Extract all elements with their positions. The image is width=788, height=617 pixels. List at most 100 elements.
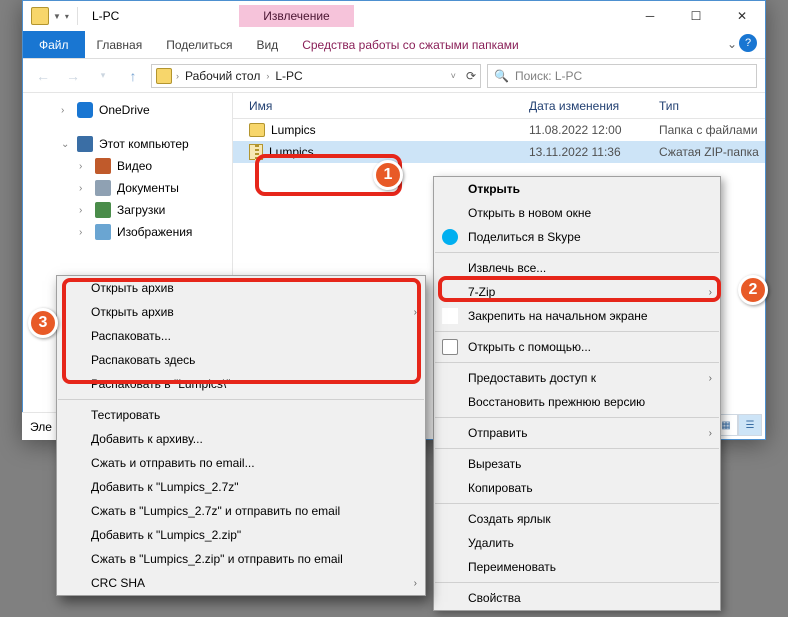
submenu-arrow-icon: › (414, 578, 417, 589)
submenu-arrow-icon: › (709, 373, 712, 384)
menu-7zip-unpack[interactable]: Распаковать... (57, 324, 425, 348)
address-bar-row: ← → ▾ ↑ › Рабочий стол › L-PC ˅ ⟳ 🔍 Поис… (23, 59, 765, 93)
menu-7zip-add-to-archive[interactable]: Добавить к архиву... (57, 427, 425, 451)
menu-7zip-open-archive-sub[interactable]: Открыть архив› (57, 300, 425, 324)
column-headers: Имя Дата изменения Тип (233, 93, 765, 119)
close-button[interactable]: ✕ (719, 1, 765, 31)
location-folder-icon (156, 68, 172, 84)
quick-access-dropdown-icon[interactable]: ▼ (53, 12, 61, 21)
title-bar: ▼ ▾ L-PC Извлечение ─ ☐ ✕ (23, 1, 765, 31)
file-date: 11.08.2022 12:00 (513, 123, 643, 137)
menu-separator (435, 582, 719, 583)
sidebar-item-images[interactable]: › Изображения (23, 221, 232, 243)
file-row-zip-selected[interactable]: Lumpics 13.11.2022 11:36 Сжатая ZIP-папк… (233, 141, 765, 163)
menu-separator (435, 331, 719, 332)
menu-7zip-unpack-here[interactable]: Распаковать здесь (57, 348, 425, 372)
menu-properties[interactable]: Свойства (434, 586, 720, 610)
extract-context-tab[interactable]: Извлечение (239, 5, 353, 27)
menu-open-with[interactable]: Открыть с помощью... (434, 335, 720, 359)
chevron-right-icon[interactable]: › (176, 71, 179, 81)
folder-icon (31, 7, 49, 25)
skype-icon (442, 229, 458, 245)
menu-rename[interactable]: Переименовать (434, 555, 720, 579)
menu-7zip[interactable]: 7-Zip› (434, 280, 720, 304)
documents-icon (95, 180, 111, 196)
nav-recent-dropdown[interactable]: ▾ (91, 64, 115, 88)
expand-icon[interactable]: › (79, 161, 89, 172)
menu-share-skype[interactable]: Поделиться в Skype (434, 225, 720, 249)
menu-7zip-compress-email[interactable]: Сжать и отправить по email... (57, 451, 425, 475)
menu-grant-access[interactable]: Предоставить доступ к› (434, 366, 720, 390)
menu-delete[interactable]: Удалить (434, 531, 720, 555)
expand-icon[interactable]: › (79, 183, 89, 194)
maximize-button[interactable]: ☐ (673, 1, 719, 31)
search-box[interactable]: 🔍 Поиск: L-PC (487, 64, 757, 88)
nav-up-button[interactable]: ↑ (121, 64, 145, 88)
onedrive-icon (77, 102, 93, 118)
menu-copy[interactable]: Копировать (434, 476, 720, 500)
chevron-right-icon[interactable]: › (266, 71, 269, 81)
menu-7zip-unpack-to[interactable]: Распаковать в "Lumpics\" (57, 372, 425, 396)
nav-forward-button[interactable]: → (61, 64, 85, 88)
sidebar-label: Этот компьютер (99, 137, 189, 151)
menu-restore-version[interactable]: Восстановить прежнюю версию (434, 390, 720, 414)
status-text: Эле (30, 420, 52, 434)
address-dropdown-icon[interactable]: ˅ (451, 71, 456, 81)
open-with-icon (442, 339, 458, 355)
sidebar-label: Документы (117, 181, 179, 195)
expand-icon[interactable]: › (79, 227, 89, 238)
menu-separator (435, 362, 719, 363)
refresh-button[interactable]: ⟳ (466, 69, 476, 83)
menu-cut[interactable]: Вырезать (434, 452, 720, 476)
file-row-folder[interactable]: Lumpics 11.08.2022 12:00 Папка с файлами (233, 119, 765, 141)
menu-7zip-crc-sha[interactable]: CRC SHA› (57, 571, 425, 595)
breadcrumb-desktop[interactable]: Рабочий стол (183, 69, 262, 83)
separator (77, 7, 78, 25)
menu-7zip-test[interactable]: Тестировать (57, 403, 425, 427)
menu-7zip-open-archive[interactable]: Открыть архив (57, 276, 425, 300)
collapse-icon[interactable]: ⌄ (61, 139, 71, 150)
column-header-date[interactable]: Дата изменения (513, 99, 643, 113)
breadcrumb-current[interactable]: L-PC (273, 69, 304, 83)
expand-icon[interactable]: › (61, 105, 71, 116)
view-details-button[interactable]: ☰ (738, 414, 762, 436)
menu-open[interactable]: Открыть (434, 177, 720, 201)
sidebar-item-onedrive[interactable]: › OneDrive (23, 99, 232, 121)
column-header-type[interactable]: Тип (643, 99, 765, 113)
menu-7zip-compress-zip-email[interactable]: Сжать в "Lumpics_2.zip" и отправить по e… (57, 547, 425, 571)
minimize-button[interactable]: ─ (627, 1, 673, 31)
badge-3: 3 (28, 308, 58, 338)
menu-extract-all[interactable]: Извлечь все... (434, 256, 720, 280)
sidebar-item-documents[interactable]: › Документы (23, 177, 232, 199)
quick-access-dropdown-icon[interactable]: ▾ (65, 12, 69, 21)
file-type: Папка с файлами (643, 123, 765, 137)
chevron-down-icon[interactable]: ⌄ (727, 37, 737, 51)
pin-icon (442, 308, 458, 324)
sidebar-item-downloads[interactable]: › Загрузки (23, 199, 232, 221)
view-tab[interactable]: Вид (244, 31, 290, 58)
sidebar-item-video[interactable]: › Видео (23, 155, 232, 177)
address-box[interactable]: › Рабочий стол › L-PC ˅ ⟳ (151, 64, 481, 88)
menu-7zip-add-zip[interactable]: Добавить к "Lumpics_2.zip" (57, 523, 425, 547)
context-menu-main: Открыть Открыть в новом окне Поделиться … (433, 176, 721, 611)
menu-separator (435, 252, 719, 253)
search-placeholder: Поиск: L-PC (515, 69, 582, 83)
menu-separator (435, 417, 719, 418)
compressed-folder-tools-tab[interactable]: Средства работы со сжатыми папками (290, 31, 531, 58)
menu-7zip-compress-7z-email[interactable]: Сжать в "Lumpics_2.7z" и отправить по em… (57, 499, 425, 523)
sidebar-item-thispc[interactable]: ⌄ Этот компьютер (23, 133, 232, 155)
menu-create-shortcut[interactable]: Создать ярлык (434, 507, 720, 531)
menu-7zip-add-7z[interactable]: Добавить к "Lumpics_2.7z" (57, 475, 425, 499)
help-icon[interactable]: ? (739, 34, 757, 52)
sidebar-label: Изображения (117, 225, 192, 239)
nav-back-button[interactable]: ← (31, 64, 55, 88)
menu-send-to[interactable]: Отправить› (434, 421, 720, 445)
file-tab[interactable]: Файл (23, 31, 85, 58)
column-header-name[interactable]: Имя (233, 99, 513, 113)
menu-open-new-window[interactable]: Открыть в новом окне (434, 201, 720, 225)
expand-icon[interactable]: › (79, 205, 89, 216)
downloads-icon (95, 202, 111, 218)
home-tab[interactable]: Главная (85, 31, 155, 58)
share-tab[interactable]: Поделиться (154, 31, 244, 58)
menu-pin-start[interactable]: Закрепить на начальном экране (434, 304, 720, 328)
